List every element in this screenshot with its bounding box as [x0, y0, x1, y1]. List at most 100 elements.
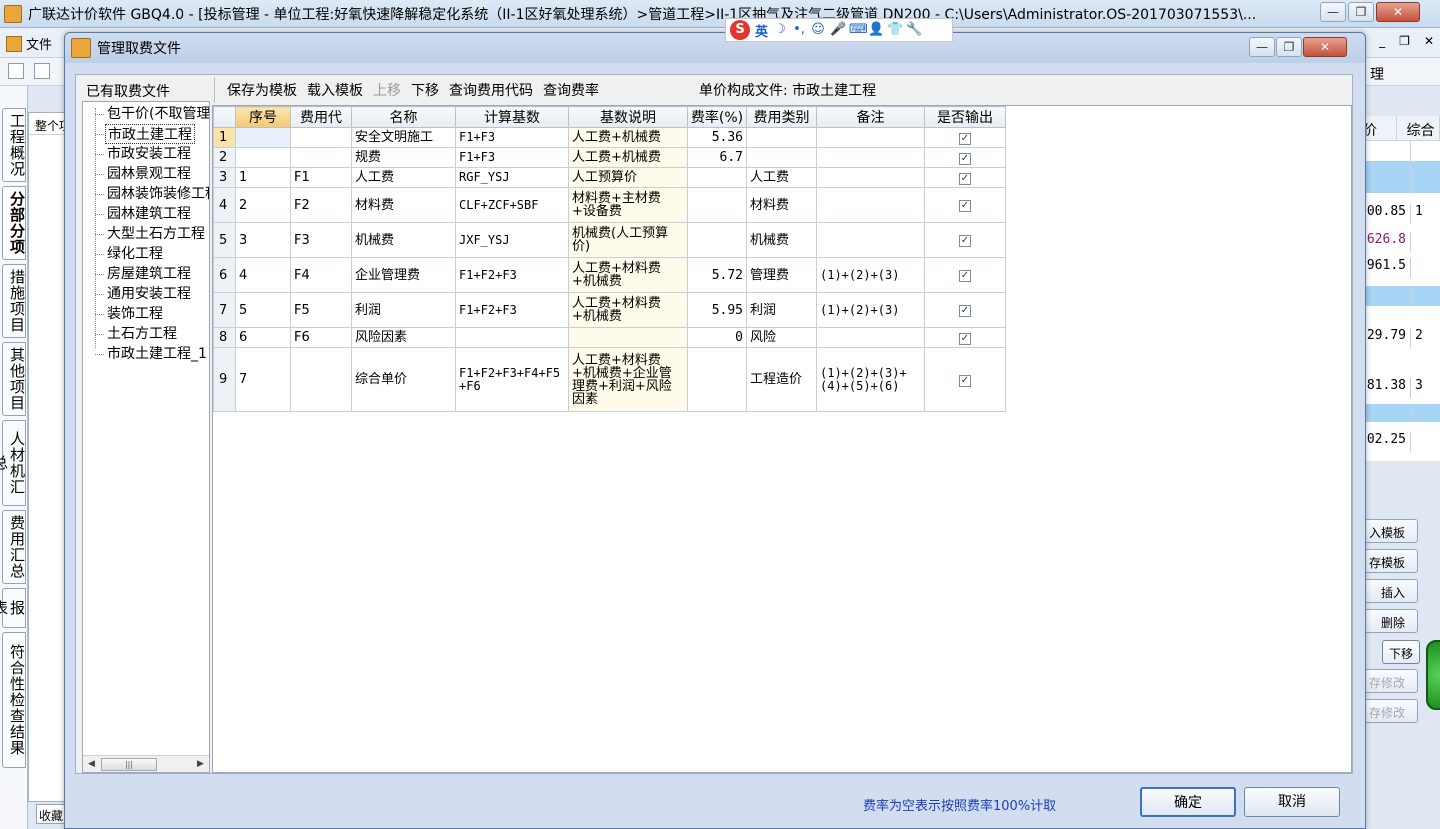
new-file-icon[interactable]: [8, 63, 24, 79]
save-as-template-button[interactable]: 保存为模板: [227, 80, 297, 100]
cell-base[interactable]: F1+F3: [455, 147, 569, 168]
tree-item[interactable]: 装饰工程: [105, 304, 165, 324]
cell-code[interactable]: F4: [290, 257, 352, 293]
cell-base-desc[interactable]: 人工费+材料费+机械费: [568, 292, 688, 328]
cell-category[interactable]: 利润: [746, 292, 817, 328]
col-header-base[interactable]: 计算基数: [455, 106, 569, 128]
cell-seq[interactable]: [235, 147, 291, 168]
ime-mode[interactable]: 英: [755, 21, 768, 40]
cell-name[interactable]: 规费: [351, 147, 456, 168]
cell-category[interactable]: 材料费: [746, 187, 817, 223]
cell-output[interactable]: ✓: [924, 327, 1006, 348]
cell-name[interactable]: 利润: [351, 292, 456, 328]
tab-project-overview[interactable]: 工程概况: [2, 108, 26, 182]
cell-note[interactable]: [816, 327, 925, 348]
cell-category[interactable]: 管理费: [746, 257, 817, 293]
table-row[interactable]: [1353, 141, 1440, 161]
table-row[interactable]: 8 6 F6 风险因素 0 风险 ✓: [213, 327, 1006, 348]
skin-icon[interactable]: 👕: [887, 23, 903, 37]
scroll-right-icon[interactable]: ▶: [193, 757, 208, 772]
col-header-code[interactable]: 费用代: [290, 106, 352, 128]
cell-rate[interactable]: [687, 222, 747, 258]
tab-divisions[interactable]: 分部分项: [2, 186, 26, 260]
tree-item[interactable]: 园林景观工程: [105, 164, 193, 184]
table-row[interactable]: 961.5: [1353, 258, 1440, 278]
table-row[interactable]: 81.38 3: [1353, 378, 1440, 398]
table-row[interactable]: 1 安全文明施工 F1+F3 人工费+机械费 5.36 ✓: [213, 127, 1006, 148]
tab-labor-material-summary[interactable]: 人材机汇总: [0, 420, 26, 506]
microphone-icon[interactable]: 🎤: [830, 23, 846, 37]
keyboard-icon[interactable]: ⌨: [849, 23, 868, 37]
output-checkbox[interactable]: ✓: [959, 152, 971, 165]
close-icon[interactable]: ✕: [1376, 2, 1420, 22]
tree-item[interactable]: 市政土建工程_1: [105, 344, 209, 364]
cell-note[interactable]: [816, 222, 925, 258]
cell-category[interactable]: 人工费: [746, 167, 817, 188]
minimize-icon[interactable]: —: [1320, 2, 1346, 22]
cell-output[interactable]: ✓: [924, 147, 1006, 168]
mdi-restore-icon[interactable]: ❐: [1399, 34, 1410, 48]
table-row[interactable]: [1353, 404, 1440, 422]
col-header-rate[interactable]: 费率(%): [687, 106, 747, 128]
tab-reports[interactable]: 报表: [0, 588, 26, 628]
cell-rate[interactable]: [687, 167, 747, 188]
col-header-category[interactable]: 费用类别: [746, 106, 817, 128]
cell-rate[interactable]: [687, 347, 747, 412]
row-number[interactable]: 7: [213, 292, 236, 328]
cell-base-desc[interactable]: 人工费+机械费: [568, 147, 688, 168]
cell-rate[interactable]: 6.7: [687, 147, 747, 168]
cell-name[interactable]: 风险因素: [351, 327, 456, 348]
col-header-note[interactable]: 备注: [816, 106, 925, 128]
cell-base[interactable]: F1+F2+F3: [455, 257, 569, 293]
cell-note[interactable]: [816, 127, 925, 148]
row-number[interactable]: 6: [213, 257, 236, 293]
ime-logo-icon[interactable]: S: [730, 20, 750, 40]
output-checkbox[interactable]: ✓: [959, 235, 971, 247]
tree-item[interactable]: 绿化工程: [105, 244, 165, 264]
table-row[interactable]: 00.85 1: [1353, 204, 1440, 224]
cell-note[interactable]: (1)+(2)+(3)+(4)+(5)+(6): [816, 347, 925, 412]
cell-name[interactable]: 企业管理费: [351, 257, 456, 293]
open-file-icon[interactable]: [34, 63, 50, 79]
cell-code[interactable]: [290, 127, 352, 148]
cell-rate[interactable]: [687, 187, 747, 223]
table-row[interactable]: 4 2 F2 材料费 CLF+ZCF+SBF 材料费+主材费+设备费 材料费 ✓: [213, 187, 1006, 223]
cell-code[interactable]: [290, 347, 352, 412]
tab-compliance-check[interactable]: 符合性检查结果: [2, 632, 26, 768]
col-header-output[interactable]: 是否输出: [924, 106, 1006, 128]
scroll-left-icon[interactable]: ◀: [84, 757, 99, 772]
cell-seq[interactable]: 5: [235, 292, 291, 328]
cell-base-desc[interactable]: [568, 327, 688, 348]
tree-item[interactable]: 市政安装工程: [105, 144, 193, 164]
cell-output[interactable]: ✓: [924, 187, 1006, 223]
cell-output[interactable]: ✓: [924, 292, 1006, 328]
query-rate-button[interactable]: 查询费率: [543, 80, 599, 100]
table-row[interactable]: 6 4 F4 企业管理费 F1+F2+F3 人工费+材料费+机械费 5.72 管…: [213, 257, 1006, 293]
cell-output[interactable]: ✓: [924, 257, 1006, 293]
cell-code[interactable]: [290, 147, 352, 168]
cell-output[interactable]: ✓: [924, 222, 1006, 258]
row-number[interactable]: 5: [213, 222, 236, 258]
output-checkbox[interactable]: ✓: [959, 132, 971, 145]
output-checkbox[interactable]: ✓: [959, 270, 971, 282]
table-row[interactable]: 9 7 综合单价 F1+F2+F3+F4+F5+F6 人工费+材料费+机械费+企…: [213, 347, 1006, 412]
user-icon[interactable]: 👤: [868, 23, 884, 37]
cell-seq[interactable]: 3: [235, 222, 291, 258]
row-number[interactable]: 2: [213, 147, 236, 168]
cell-rate[interactable]: 5.95: [687, 292, 747, 328]
dialog-close-icon[interactable]: ✕: [1303, 37, 1347, 57]
row-number[interactable]: 3: [213, 167, 236, 188]
tree-horizontal-scrollbar[interactable]: ◀ ||| ▶: [83, 755, 209, 772]
output-checkbox[interactable]: ✓: [959, 172, 971, 185]
mdi-minimize-icon[interactable]: _: [1379, 34, 1385, 48]
cell-category[interactable]: 工程造价: [746, 347, 817, 412]
cell-base[interactable]: JXF_YSJ: [455, 222, 569, 258]
cell-base-desc[interactable]: 人工费+机械费: [568, 127, 688, 148]
cell-name[interactable]: 材料费: [351, 187, 456, 223]
tree-item[interactable]: 园林建筑工程: [105, 204, 193, 224]
cell-code[interactable]: F3: [290, 222, 352, 258]
dialog-minimize-icon[interactable]: —: [1249, 37, 1275, 57]
mdi-close-icon[interactable]: ✕: [1424, 34, 1434, 48]
cell-output[interactable]: ✓: [924, 167, 1006, 188]
cell-code[interactable]: F1: [290, 167, 352, 188]
